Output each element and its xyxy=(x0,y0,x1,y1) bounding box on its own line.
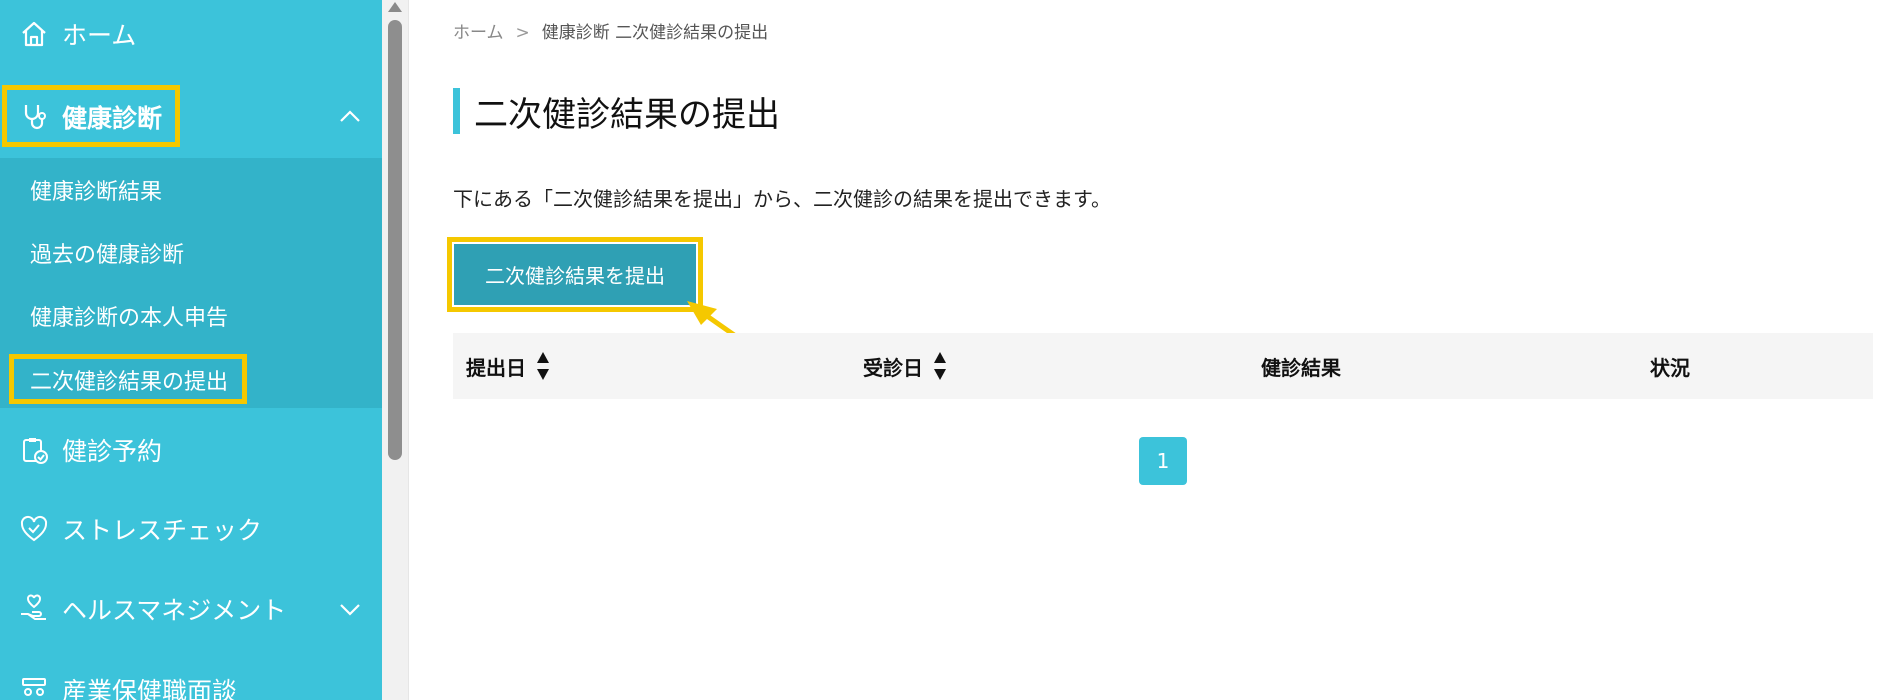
heart-check-icon xyxy=(18,513,50,545)
sidebar-item-health-management[interactable]: ヘルスマネジメント xyxy=(0,587,382,631)
column-header-submission-date[interactable]: 提出日 xyxy=(466,333,550,399)
submenu-item-past-checkups[interactable]: 過去の健康診断 xyxy=(30,237,184,269)
submenu-item-checkup-results[interactable]: 健康診断結果 xyxy=(30,174,162,206)
column-header-label: 提出日 xyxy=(466,355,526,380)
breadcrumb: ホーム > 健康診断 二次健診結果の提出 xyxy=(453,18,768,43)
sidebar-item-label: ホーム xyxy=(62,21,137,50)
breadcrumb-current: 健康診断 二次健診結果の提出 xyxy=(541,23,769,43)
chevron-up-icon xyxy=(336,103,364,131)
hand-heart-icon xyxy=(18,593,50,625)
page-title: 二次健診結果の提出 xyxy=(474,94,780,135)
sort-icon[interactable] xyxy=(536,352,550,380)
column-header-visit-date[interactable]: 受診日 xyxy=(863,333,947,399)
sidebar-item-label: ストレスチェック xyxy=(62,516,263,545)
breadcrumb-separator-icon: > xyxy=(515,23,530,43)
sidebar-item-label: 健診予約 xyxy=(62,437,163,466)
scrollbar-thumb[interactable] xyxy=(388,20,402,460)
submenu-item-self-report[interactable]: 健康診断の本人申告 xyxy=(30,300,228,332)
pagination-page-1[interactable]: 1 xyxy=(1139,437,1187,485)
column-header-label: 健診結果 xyxy=(1261,355,1341,380)
submenu-item-secondary-submission[interactable]: 二次健診結果の提出 xyxy=(30,364,228,396)
sidebar: ホーム 健康診断 健康診断結果 過去の健康診断 健康診断の本人申告 二次健診結果… xyxy=(0,0,382,700)
sidebar-scrollbar[interactable] xyxy=(382,0,408,700)
column-header-status: 状況 xyxy=(1650,333,1690,399)
sidebar-item-health-checkup[interactable]: 健康診断 xyxy=(0,95,382,139)
column-header-result: 健診結果 xyxy=(1261,333,1341,399)
page-description: 下にある「二次健診結果を提出」から、二次健診の結果を提出できます。 xyxy=(453,187,1111,211)
column-header-label: 受診日 xyxy=(863,355,923,380)
column-header-label: 状況 xyxy=(1650,355,1690,380)
meeting-icon xyxy=(18,674,50,700)
breadcrumb-home[interactable]: ホーム xyxy=(453,23,504,43)
sidebar-item-checkup-reservation[interactable]: 健診予約 xyxy=(0,428,382,472)
title-accent-bar xyxy=(453,88,460,134)
chevron-down-icon xyxy=(336,595,364,623)
health-checkup-submenu: 健康診断結果 過去の健康診断 健康診断の本人申告 二次健診結果の提出 xyxy=(0,158,382,408)
sidebar-item-label: 産業保健職面談 xyxy=(62,677,238,700)
page-title-wrap: 二次健診結果の提出 xyxy=(453,88,780,135)
sort-icon[interactable] xyxy=(933,352,947,380)
sidebar-item-stress-check[interactable]: ストレスチェック xyxy=(0,507,382,551)
table-header: 提出日 受診日 健診結果 状況 xyxy=(453,333,1873,399)
sidebar-item-label: ヘルスマネジメント xyxy=(62,596,287,625)
home-icon xyxy=(18,18,50,50)
submit-secondary-result-button[interactable]: 二次健診結果を提出 xyxy=(454,244,696,305)
clipboard-check-icon xyxy=(18,434,50,466)
sidebar-item-occupational-health-interview[interactable]: 産業保健職面談 xyxy=(0,668,382,700)
scroll-up-arrow-icon[interactable] xyxy=(388,2,402,12)
sidebar-item-home[interactable]: ホーム xyxy=(0,12,382,56)
sidebar-item-label: 健康診断 xyxy=(62,104,163,133)
stethoscope-icon xyxy=(18,101,50,133)
main-content: ホーム > 健康診断 二次健診結果の提出 二次健診結果の提出 下にある「二次健診結果… xyxy=(409,0,1888,700)
